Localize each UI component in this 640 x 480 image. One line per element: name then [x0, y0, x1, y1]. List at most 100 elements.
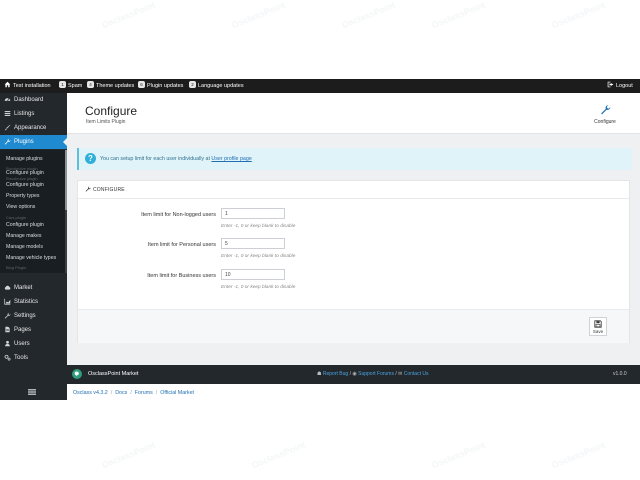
logout-link[interactable]: Logout	[607, 79, 633, 93]
info-text: You can setup limit for each user indivi…	[100, 156, 252, 162]
personal-limit-input[interactable]	[221, 238, 285, 249]
official-market-link[interactable]: Official Market	[160, 390, 194, 396]
support-forums-link[interactable]: Support Forums	[358, 371, 394, 377]
business-limit-label: Item limit for Business users	[147, 273, 216, 279]
plugin-updates-link[interactable]: 6 Plugin updates	[138, 79, 183, 93]
spam-count-badge: 1	[59, 81, 66, 89]
sidebar-item-market[interactable]: Market	[0, 281, 67, 295]
submenu-item[interactable]: Manage vehicle types	[6, 255, 56, 261]
watermark-text: OsclassPoint	[550, 439, 607, 471]
sidebar-item-label: Tools	[14, 355, 29, 361]
floppy-disk-icon	[594, 320, 602, 328]
sidebar-item-dashboard[interactable]: Dashboard	[0, 93, 67, 107]
configure-button-label: Configure	[594, 119, 616, 125]
breadcrumb-separator: /	[155, 390, 158, 396]
sidebar-item-users[interactable]: Users	[0, 337, 67, 351]
watermark-text: OsclassPoint	[550, 0, 607, 31]
watermark-text: OsclassPoint	[430, 439, 487, 471]
watermark-text: OsclassPoint	[250, 439, 307, 471]
save-button[interactable]: Save	[589, 317, 607, 336]
eye-icon: ◉	[352, 371, 357, 377]
sidebar-item-appearance[interactable]: Appearance	[0, 121, 67, 135]
non-logged-limit-input[interactable]	[221, 208, 285, 219]
language-updates-label: Language updates	[198, 83, 244, 89]
home-icon	[4, 81, 11, 88]
forums-link[interactable]: Forums	[135, 390, 153, 396]
configure-button[interactable]: Configure	[592, 103, 618, 125]
sidebar-item-label: Statistics	[14, 299, 39, 305]
sidebar: Dashboard Listings Appearance Plugins Ma…	[0, 93, 67, 400]
submenu-group-label: Blog Plugin	[6, 265, 27, 270]
sidebar-footer	[0, 384, 67, 400]
sidebar-item-tools[interactable]: Tools	[0, 351, 67, 365]
panel-header: CONFIGURE	[78, 181, 629, 199]
theme-updates-label: Theme updates	[96, 83, 135, 89]
site-name: Test installation	[13, 83, 51, 89]
wrench-icon	[4, 312, 11, 319]
main-content: Configure Item Limits Plugin Configure ?…	[67, 93, 640, 365]
page-header: Configure Item Limits Plugin Configure	[67, 93, 640, 134]
plugins-submenu: Manage plugins Rovoleuive plugin Configure…	[0, 150, 67, 273]
osclasspoint-logo-icon	[72, 369, 82, 379]
personal-limit-label: Item limit for Personal users	[147, 242, 216, 248]
watermark-text: OsclassPoint	[430, 0, 487, 31]
sidebar-item-label: Listings	[14, 111, 35, 117]
sidebar-item-listings[interactable]: Listings	[0, 107, 67, 121]
language-updates-count-badge: 2	[189, 81, 196, 89]
brand-name[interactable]: OsclassPoint Market	[88, 371, 138, 377]
sidebar-item-statistics[interactable]: Statistics	[0, 295, 67, 309]
site-home-link[interactable]: Test installation	[4, 79, 51, 93]
spam-link[interactable]: 1 Spam	[59, 79, 82, 93]
question-icon: ?	[85, 153, 96, 164]
panel-title: CONFIGURE	[93, 187, 125, 193]
sidebar-item-label: Pages	[14, 327, 32, 333]
spam-label: Spam	[68, 83, 83, 89]
info-alert: ? You can setup limit for each user indi…	[77, 148, 632, 170]
submenu-item[interactable]: Property types	[6, 193, 39, 199]
sidebar-item-pages[interactable]: Pages	[0, 323, 67, 337]
osclass-version-link[interactable]: Osclass v4.3.2	[73, 390, 108, 396]
bug-icon: ☗	[317, 371, 322, 377]
footer-links: ☗ Report Bug / ◉ Support Forums / ✉ Cont…	[317, 371, 428, 377]
envelope-icon: ✉	[398, 371, 403, 377]
submenu-item[interactable]: View options	[6, 204, 35, 210]
breadcrumb-separator: /	[130, 390, 132, 396]
wrench-icon	[4, 138, 11, 145]
watermark-text: OsclassPoint	[100, 439, 157, 471]
watermark-text: OsclassPoint	[340, 0, 397, 31]
submenu-item[interactable]: Configure plugin	[6, 182, 44, 188]
submenu-item[interactable]: Manage models	[6, 244, 43, 250]
sidebar-item-label: Users	[14, 341, 30, 347]
user-profile-page-link[interactable]: User profile page	[211, 156, 251, 162]
submenu-item[interactable]: Manage plugins	[6, 156, 43, 162]
logout-icon	[607, 81, 614, 88]
footer-separator: /	[349, 371, 351, 377]
list-icon	[4, 111, 11, 116]
footer-separator: /	[395, 371, 397, 377]
docs-link[interactable]: Docs	[115, 390, 127, 396]
contact-us-link[interactable]: Contact Us	[404, 371, 429, 377]
personal-limit-help: Enter -1, 0 or keep blank to disable	[221, 254, 296, 259]
save-button-label: Save	[592, 329, 604, 334]
non-logged-limit-label: Item limit for Non-logged users	[141, 212, 216, 218]
footer-bar: OsclassPoint Market ☗ Report Bug / ◉ Sup…	[67, 365, 640, 384]
sidebar-item-label: Dashboard	[14, 97, 44, 103]
breadcrumb-separator: /	[110, 390, 113, 396]
sidebar-item-settings[interactable]: Settings	[0, 309, 67, 323]
sidebar-item-plugins[interactable]: Plugins	[0, 135, 67, 149]
submenu-item[interactable]: Configure plugin	[6, 222, 44, 228]
configure-panel: CONFIGURE Item limit for Non-logged user…	[77, 180, 630, 343]
theme-updates-count-badge: 4	[87, 81, 94, 89]
version-label: v1.0.0	[613, 371, 627, 377]
submenu-item[interactable]: Manage makes	[6, 233, 41, 239]
language-updates-link[interactable]: 2 Language updates	[189, 79, 244, 93]
business-limit-input[interactable]	[221, 269, 285, 280]
report-bug-link[interactable]: Report Bug	[323, 371, 348, 377]
breadcrumb: Osclass v4.3.2/Docs / Forums / Official Mark…	[73, 390, 194, 396]
page-title: Configure	[85, 104, 138, 118]
wrench-icon	[601, 105, 611, 115]
theme-updates-link[interactable]: 4 Theme updates	[87, 79, 134, 93]
page-subtitle: Item Limits Plugin	[86, 119, 126, 125]
menu-toggle-icon[interactable]	[28, 389, 36, 395]
non-logged-limit-help: Enter -1, 0 or keep blank to disable	[221, 224, 296, 229]
